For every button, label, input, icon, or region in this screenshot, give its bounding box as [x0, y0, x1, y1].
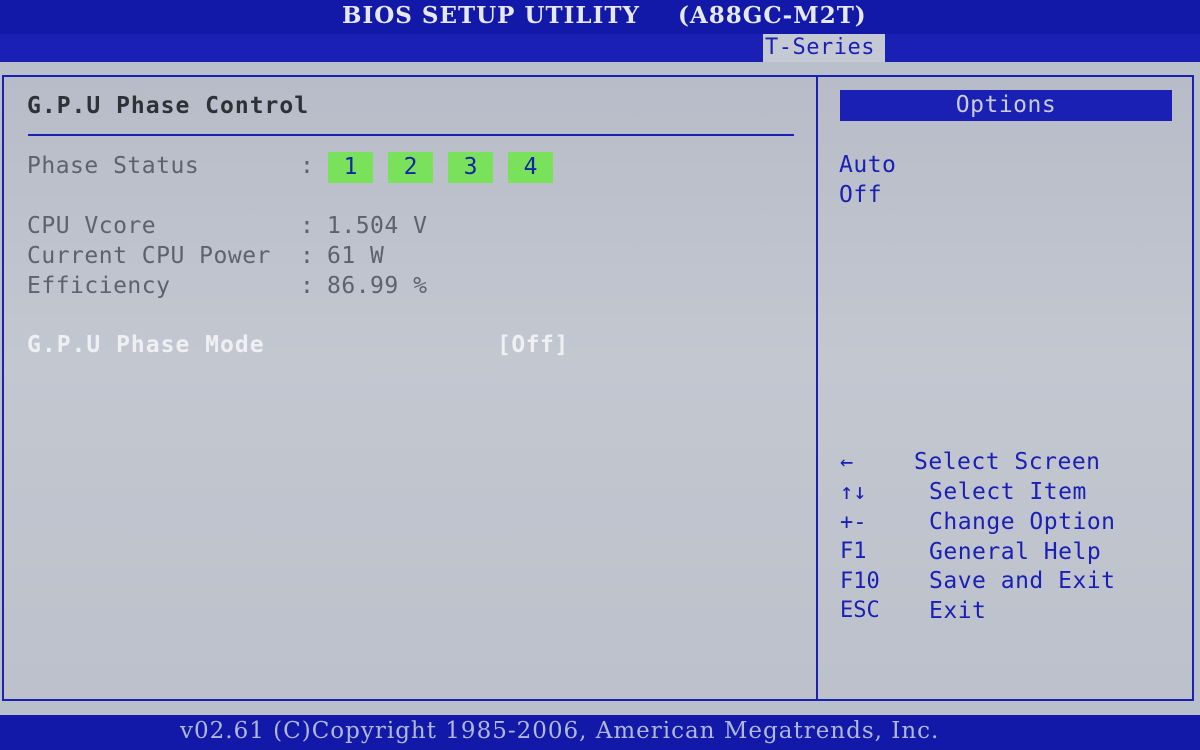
app-title: BIOS SETUP UTILITY — [342, 2, 640, 29]
phase-indicator-3: 3 — [448, 152, 493, 183]
gpu-phase-mode-value[interactable]: [Off] — [497, 332, 569, 358]
esc-key: ESC — [840, 598, 880, 623]
option-auto[interactable]: Auto — [839, 152, 896, 178]
title-bar: BIOS SETUP UTILITY (A88GC-M2T) — [0, 0, 1200, 34]
f1-key: F1 — [840, 539, 867, 564]
efficiency-label: Efficiency — [27, 273, 171, 299]
cpu-vcore-value: 1.504 V — [327, 213, 428, 239]
page-title: G.P.U Phase Control — [27, 93, 310, 119]
help-select-screen: Select Screen — [914, 449, 1101, 475]
f10-key: F10 — [840, 569, 880, 594]
tab-strip: T-Series — [0, 34, 1200, 62]
efficiency-colon: : — [300, 273, 314, 299]
cpu-power-colon: : — [300, 243, 314, 269]
cpu-vcore-colon: : — [300, 213, 314, 239]
option-off[interactable]: Off — [839, 182, 882, 208]
board-model: (A88GC-M2T) — [678, 2, 867, 29]
arrow-up-down-icon: ↑↓ — [840, 480, 867, 505]
efficiency-value: 86.99 % — [327, 273, 428, 299]
options-header: Options — [840, 90, 1172, 121]
help-save-exit: Save and Exit — [929, 568, 1116, 594]
help-general-help: General Help — [929, 539, 1102, 565]
copyright-text: v02.61 (C)Copyright 1985-2006, American … — [180, 718, 940, 744]
phase-indicator-1: 1 — [328, 152, 373, 183]
title-divider — [28, 134, 794, 136]
phase-status-label: Phase Status — [27, 153, 200, 179]
cpu-power-value: 61 W — [327, 243, 385, 269]
help-exit: Exit — [929, 598, 987, 624]
footer-bar: v02.61 (C)Copyright 1985-2006, American … — [0, 715, 1200, 750]
phase-indicator-4: 4 — [508, 152, 553, 183]
cpu-power-label: Current CPU Power — [27, 243, 271, 269]
phase-status-colon: : — [300, 153, 314, 179]
tab-t-series[interactable]: T-Series — [763, 34, 885, 62]
arrow-left-icon: ← — [840, 450, 854, 475]
cpu-vcore-label: CPU Vcore — [27, 213, 157, 239]
help-change-option: Change Option — [929, 509, 1116, 535]
panel-divider — [816, 75, 818, 701]
phase-indicator-2: 2 — [388, 152, 433, 183]
help-select-item: Select Item — [929, 479, 1087, 505]
gpu-phase-mode-label[interactable]: G.P.U Phase Mode — [27, 332, 265, 358]
plus-minus-key: +- — [840, 510, 867, 535]
